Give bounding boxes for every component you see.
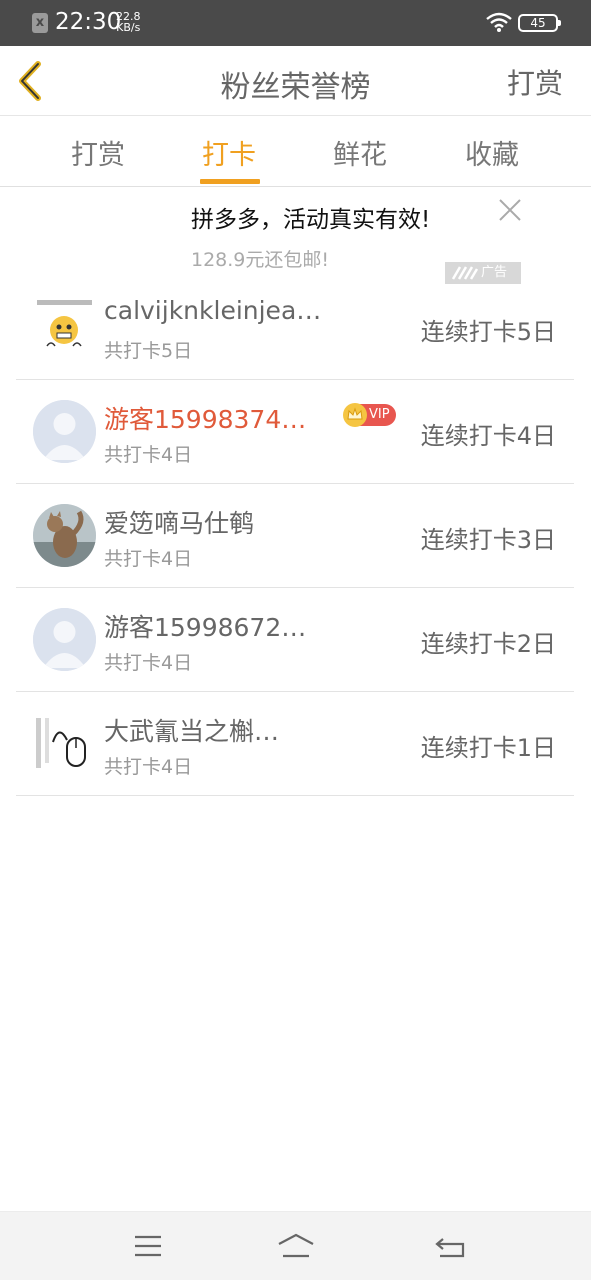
reward-button[interactable]: 打赏	[507, 62, 563, 102]
menu-icon[interactable]	[128, 1229, 168, 1263]
battery-indicator: 45	[518, 14, 561, 32]
page-title: 粉丝荣誉榜	[220, 70, 371, 105]
streak-days: 连续打卡3日	[420, 526, 556, 554]
list-item[interactable]: calvijknkleinjea… 共打卡5日 连续打卡5日	[16, 276, 574, 380]
default-user-avatar	[33, 400, 96, 463]
home-icon[interactable]	[276, 1229, 316, 1263]
user-name: 游客15998672…	[104, 613, 307, 642]
ad-title: 拼多多，活动真实有效!	[191, 207, 431, 233]
total-checkins: 共打卡4日	[104, 548, 193, 570]
list-item[interactable]: 大武氰当之槲… 共打卡4日 连续打卡1日	[16, 692, 574, 796]
tab-flowers[interactable]: 鲜花	[315, 133, 405, 172]
net-speed: 22.8 KB/s	[116, 11, 141, 33]
user-name: 爱笾嘀马仕鹌	[104, 509, 255, 538]
tab-favorites[interactable]: 收藏	[447, 133, 537, 172]
user-name: 大武氰当之槲…	[104, 717, 280, 746]
notification-icon: x	[32, 13, 48, 33]
ad-subtitle: 128.9元还包邮!	[191, 249, 330, 271]
system-nav-bar	[0, 1211, 591, 1280]
wifi-icon	[486, 12, 512, 32]
status-bar: x 22:30 22.8 KB/s 45	[0, 0, 591, 46]
status-time: 22:30	[55, 9, 122, 35]
tab-bar: 打赏 打卡 鲜花 收藏	[0, 117, 591, 187]
total-checkins: 共打卡4日	[104, 444, 193, 466]
total-checkins: 共打卡5日	[104, 340, 193, 362]
emoji-sticker-avatar	[33, 296, 96, 359]
streak-days: 连续打卡2日	[420, 630, 556, 658]
tab-checkin[interactable]: 打卡	[184, 133, 274, 172]
total-checkins: 共打卡4日	[104, 756, 193, 778]
list-item[interactable]: 游客15998672… 共打卡4日 连续打卡2日	[16, 588, 574, 692]
nav-bar: 粉丝荣誉榜 打赏	[0, 46, 591, 116]
rank-list: calvijknkleinjea… 共打卡5日 连续打卡5日 游客1599837…	[16, 276, 574, 796]
list-item[interactable]: 爱笾嘀马仕鹌 共打卡4日 连续打卡3日	[16, 484, 574, 588]
mouse-sticker-avatar	[33, 712, 96, 775]
close-icon[interactable]	[498, 198, 522, 222]
tab-reward[interactable]: 打赏	[53, 133, 143, 172]
crown-icon	[343, 403, 367, 427]
total-checkins: 共打卡4日	[104, 652, 193, 674]
default-user-avatar	[33, 608, 96, 671]
list-item[interactable]: 游客15998374… VIP 共打卡4日 连续打卡4日	[16, 380, 574, 484]
user-name: calvijknkleinjea…	[104, 296, 322, 325]
net-speed-unit: KB/s	[116, 21, 141, 34]
active-tab-indicator	[200, 179, 260, 184]
streak-days: 连续打卡1日	[420, 734, 556, 762]
cat-photo-avatar	[33, 504, 96, 567]
ad-banner[interactable]: 拼多多，活动真实有效! 128.9元还包邮! 广告	[0, 188, 591, 284]
back-icon[interactable]	[430, 1229, 470, 1263]
vip-badge: VIP	[343, 403, 396, 427]
user-name: 游客15998374…	[104, 405, 307, 434]
streak-days: 连续打卡5日	[420, 318, 556, 346]
vip-label: VIP	[369, 407, 390, 422]
streak-days: 连续打卡4日	[420, 422, 556, 450]
